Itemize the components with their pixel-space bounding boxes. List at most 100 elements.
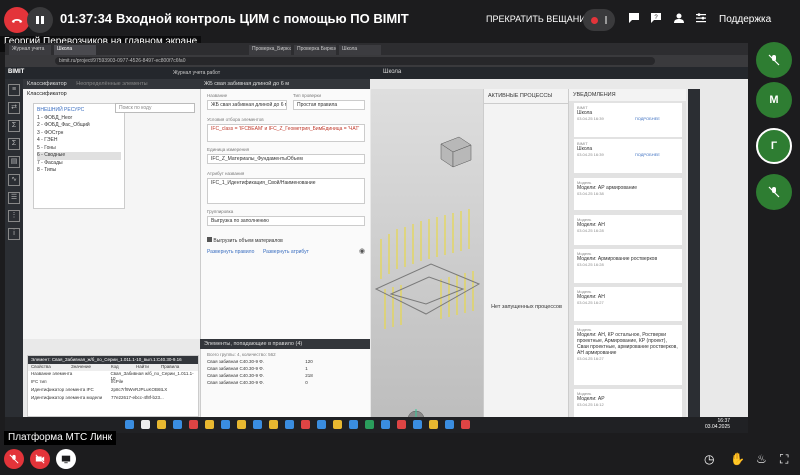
participant-tile[interactable]: М — [756, 82, 792, 118]
question-icon[interactable]: ? — [649, 12, 663, 26]
notification-card[interactable]: Модель Модели: АН 03.04.25 16:28 — [574, 215, 682, 245]
chrome-icon[interactable] — [237, 420, 246, 429]
model-viewport[interactable] — [371, 89, 483, 433]
fire-icon[interactable]: ♨ — [756, 452, 767, 466]
classifier-tabs: Классификатор Неопределённые элементы — [23, 79, 203, 89]
app-icon[interactable] — [349, 420, 358, 429]
notifications-header: УВЕДОМЛЕНИЯ — [569, 89, 686, 101]
support-link[interactable]: Поддержка — [719, 14, 771, 25]
eye-icon[interactable]: ◉ — [359, 247, 367, 255]
app-icon[interactable] — [317, 420, 326, 429]
app-icon[interactable] — [461, 420, 470, 429]
browser-tab[interactable]: Проверка Бирюзов... — [294, 45, 336, 55]
participant-tile[interactable] — [756, 174, 792, 210]
classifier-panel: Классификатор ВНЕШНИЙ РЕСУРС 1 - ФОБД_Не… — [23, 89, 203, 339]
chrome-icon[interactable] — [269, 420, 278, 429]
list-item[interactable]: Свая забивная С40.30-9 Ф. 120 — [201, 359, 370, 366]
chrome-icon[interactable] — [333, 420, 342, 429]
tree-item[interactable]: 4 - ГЭЕН — [37, 137, 121, 145]
chrome-icon[interactable] — [205, 420, 214, 429]
notification-card[interactable]: Модель Модели: АР армирование 03.04.25 1… — [574, 178, 682, 210]
type-select[interactable]: Простая правила — [293, 100, 365, 110]
participant-tile[interactable] — [756, 42, 792, 78]
app-icon[interactable] — [381, 420, 390, 429]
tree-item[interactable]: 2 - ФОБД_Фас_Общий — [37, 122, 121, 130]
raise-hand-icon[interactable]: ✋ — [730, 452, 745, 466]
app-icon[interactable] — [445, 420, 454, 429]
notifications-panel: УВЕДОМЛЕНИЯ BIMIT Школа 03.04.25 16:39 П… — [568, 89, 686, 433]
app-icon[interactable] — [141, 420, 150, 429]
tree-item[interactable]: 7 - Фасады — [37, 160, 121, 168]
document-icon[interactable]: ▤ — [8, 156, 20, 168]
attr-field[interactable]: IFC_1_Идентификация_Свой/Наименование — [207, 178, 365, 204]
mic-off-button[interactable] — [4, 449, 24, 469]
app-icon[interactable] — [397, 420, 406, 429]
sum-plus-icon[interactable]: Σ — [8, 138, 20, 150]
chat-icon[interactable] — [627, 12, 641, 26]
app-icon[interactable] — [285, 420, 294, 429]
browser-tab[interactable]: Проверка_Бирюзов... — [249, 45, 291, 55]
list-item[interactable]: Свая забивная С40.30-9 Ф. 0 — [201, 380, 370, 387]
app-icon[interactable] — [365, 420, 374, 429]
app-icon[interactable] — [189, 420, 198, 429]
sliders-icon[interactable]: ⋮ — [8, 210, 20, 222]
timer-icon[interactable]: ◷ — [704, 452, 714, 466]
volume-field[interactable]: IFC_Z_Материалы_ФундаментыОбъем — [207, 154, 365, 164]
participants-icon[interactable] — [672, 12, 686, 26]
notification-card[interactable]: Модель Модели: Армирование ростверков 03… — [574, 249, 682, 283]
folder-icon[interactable] — [157, 420, 166, 429]
tree-item[interactable]: 3 - ФОСтрн — [37, 130, 121, 138]
volume-checkbox[interactable]: Выгрузить объем материалов — [207, 237, 283, 244]
list-item[interactable]: Свая забивная С40.30-9 Ф. 218 — [201, 373, 370, 380]
element-properties-columns: Свойства Значение Код Найти Правила — [28, 364, 198, 371]
screen-share-button[interactable] — [56, 449, 76, 469]
layers-icon[interactable]: ≡ — [8, 84, 20, 96]
notification-card[interactable]: BIMIT Школа 03.04.25 16:39 ПОДРОБНЕЕ — [574, 103, 682, 137]
browser-tab[interactable]: Школа — [54, 45, 96, 55]
chrome-icon[interactable] — [429, 420, 438, 429]
app-icon[interactable] — [253, 420, 262, 429]
tab-undefined-elements[interactable]: Неопределённые элементы — [76, 81, 147, 87]
rule-field[interactable]: IFC_class = 'IFCBEAM' и IFC_Z_Геометрия_… — [207, 124, 365, 142]
list-icon[interactable]: ☰ — [8, 192, 20, 204]
camera-off-icon — [35, 454, 45, 464]
list-item[interactable]: Свая забивная С40.30-9 Ф. 1 — [201, 366, 370, 373]
notification-card[interactable]: Модель Модели: АН, КР остальное, Роствер… — [574, 325, 682, 385]
shuffle-icon[interactable]: ⇄ — [8, 102, 20, 114]
pause-button[interactable] — [27, 7, 53, 33]
element-properties-panel: Элемент: Свая_Забивная_ж/б_по_Серии_1.01… — [27, 355, 199, 417]
project-selector[interactable]: Журнал учета работ — [173, 70, 220, 76]
browser-tab[interactable]: Журнал учета — [9, 45, 51, 55]
sum-icon[interactable]: Σ — [8, 120, 20, 132]
app-icon[interactable] — [125, 420, 134, 429]
app-icon[interactable] — [173, 420, 182, 429]
fullscreen-icon[interactable]: ⛶ — [780, 452, 788, 467]
app-icon[interactable] — [413, 420, 422, 429]
app-icon[interactable] — [221, 420, 230, 429]
recording-indicator[interactable] — [583, 9, 615, 31]
address-bar[interactable]: bimit.ru/project/97593903-0977-4526-8497… — [55, 57, 655, 65]
browser-tab[interactable]: Школа — [339, 45, 381, 55]
notification-card[interactable]: BIMIT Школа 03.04.25 16:39 ПОДРОБНЕЕ — [574, 139, 682, 173]
settings-sliders-icon[interactable] — [694, 12, 708, 26]
chart-icon[interactable]: ∿ — [8, 174, 20, 186]
app-center-title: Школа — [383, 69, 402, 75]
notification-card[interactable]: Модель Модели: АР 03.04.25 16:12 — [574, 389, 682, 417]
notification-card[interactable]: Модель Модели: АН 03.04.25 16:27 — [574, 287, 682, 321]
tree-item[interactable]: 5 - Гоны — [37, 145, 121, 153]
tree-item[interactable]: 8 - Типы — [37, 167, 121, 175]
info-icon[interactable]: i — [8, 228, 20, 240]
classifier-search-input[interactable]: Поиск по коду — [115, 103, 195, 113]
group-select[interactable]: Выгрузка по заполнению — [207, 216, 365, 226]
stop-stream-button[interactable]: ПРЕКРАТИТЬ ВЕЩАНИЕ — [486, 14, 592, 24]
tree-item[interactable]: 1 - ФОБД_Неог — [37, 115, 121, 123]
tab-classifier[interactable]: Классификатор — [27, 81, 67, 87]
app-icon[interactable] — [301, 420, 310, 429]
participant-tile[interactable]: Г — [756, 128, 792, 164]
expand-rule-link[interactable]: Развернуть правило — [207, 249, 254, 255]
camera-off-button[interactable] — [30, 449, 50, 469]
name-field[interactable]: ЖБ свая забивная длиной до 6 м — [207, 100, 287, 110]
expand-attr-link[interactable]: Развернуть атрибут — [263, 249, 309, 255]
tree-item[interactable]: 6 - Сводные — [37, 152, 121, 160]
windows-taskbar: 16:37 03.04.2025 — [5, 417, 748, 433]
